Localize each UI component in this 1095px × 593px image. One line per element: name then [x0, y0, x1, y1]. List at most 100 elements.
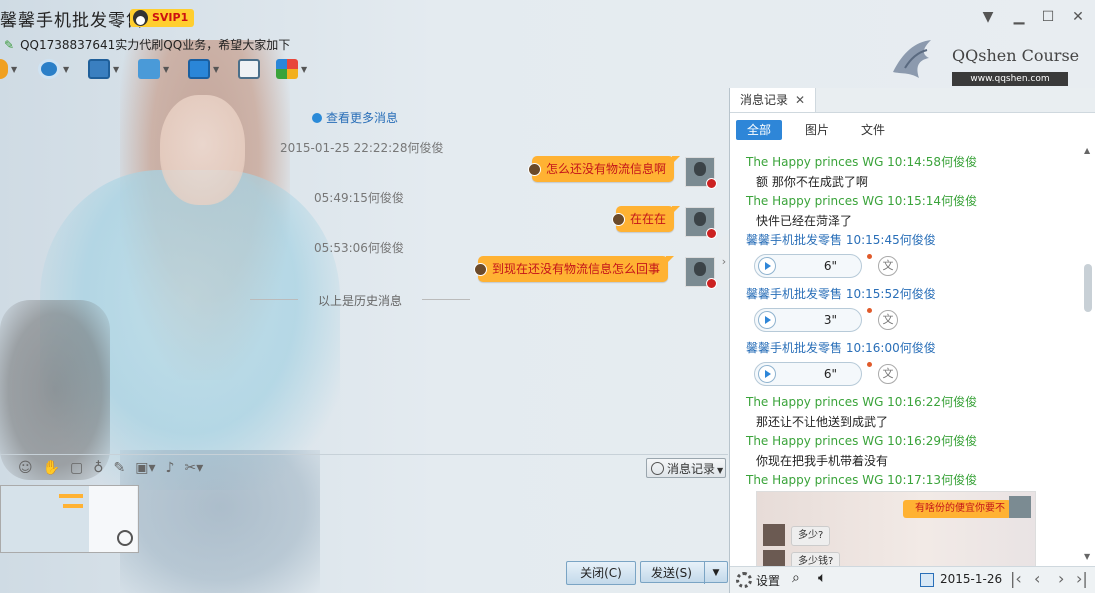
toolbar-item-voice[interactable]: ▼ [0, 56, 17, 82]
play-icon[interactable] [758, 257, 776, 275]
close-window-button[interactable]: ✕ [1068, 8, 1088, 26]
screenshot-thumbnail[interactable] [0, 485, 139, 553]
gesture-icon[interactable]: ✋ [43, 460, 60, 476]
avatar[interactable] [685, 257, 717, 289]
message-bubble[interactable]: 在在在 [612, 206, 681, 232]
penguin-icon [133, 10, 148, 26]
play-icon[interactable] [758, 311, 776, 329]
voice-message[interactable]: 6" [754, 254, 862, 278]
toolbar-item-screen[interactable]: ▼ [188, 56, 219, 82]
view-more-link[interactable]: 查看更多消息 [312, 109, 398, 126]
thumbnail-bubble [63, 504, 83, 508]
toolbar-item-file[interactable]: ▼ [138, 56, 169, 82]
voice-call-icon [0, 59, 8, 79]
record-image[interactable]: 有啥份的便宜你要不 多少? 多少钱? [756, 491, 1036, 568]
speaker-icon[interactable]: 🔈︎ [818, 570, 826, 586]
avatar[interactable] [685, 157, 717, 189]
toolbar-item-add[interactable] [238, 56, 260, 82]
signature: ✎ QQ1738837641实力代刷QQ业务，希望大家加下 [4, 36, 290, 53]
record-list[interactable]: The Happy princes WG 10:14:58何俊俊 额 那你不在成… [730, 148, 1082, 568]
message-history-button[interactable]: 消息记录 ▼ [646, 458, 726, 478]
first-page-icon[interactable]: |‹ [1010, 569, 1022, 588]
view-more-label: 查看更多消息 [326, 111, 399, 125]
close-button[interactable]: 关闭(C) [566, 561, 636, 585]
app-grid-icon [276, 59, 298, 79]
emoji-icon[interactable]: ☺ [18, 460, 33, 476]
search-icon[interactable]: ⌕ [792, 570, 800, 586]
logo-title: QQshen Course [952, 46, 1080, 65]
toolbar-item-remote[interactable]: ▼ [88, 56, 119, 82]
filter-all[interactable]: 全部 [736, 120, 782, 140]
signature-icon: ✎ [4, 38, 15, 52]
scroll-up-icon[interactable]: ▲ [1084, 146, 1090, 155]
record-text: 那还让不让他送到成武了 [756, 415, 889, 429]
music-icon[interactable]: ♪ [166, 460, 175, 476]
image-icon[interactable]: ▣▾ [135, 460, 155, 476]
voice-message[interactable]: 3" [754, 308, 862, 332]
input-divider [0, 454, 728, 455]
play-icon[interactable] [758, 365, 776, 383]
record-footer: 设置 ⌕ 🔈︎ 2015-1-26 |‹ ‹ › ›| [730, 566, 1095, 593]
minimize-button[interactable]: ▁ [1009, 8, 1029, 26]
close-icon[interactable]: ✕ [795, 88, 805, 112]
scroll-down-icon[interactable]: ▼ [1084, 552, 1090, 561]
microphone-icon[interactable]: ♁ [93, 460, 103, 476]
bubble-tail [672, 206, 681, 214]
background-art [0, 300, 110, 480]
last-page-icon[interactable]: ›| [1076, 569, 1088, 588]
record-header: The Happy princes WG 10:16:22何俊俊 [746, 395, 978, 409]
sender-mini-avatar [474, 263, 487, 276]
record-header: The Happy princes WG 10:15:14何俊俊 [746, 194, 978, 208]
send-options-icon[interactable]: ▼ [704, 562, 727, 584]
maximize-button[interactable]: ☐ [1038, 8, 1058, 26]
message-record-panel: 消息记录 ✕ 全部 图片 文件 The Happy princes WG 10:1… [729, 88, 1095, 593]
filter-images[interactable]: 图片 [794, 120, 840, 140]
chevron-down-icon: ▼ [11, 64, 18, 74]
send-button[interactable]: 发送(S) ▼ [640, 561, 728, 584]
scrollbar-thumb[interactable] [1084, 264, 1092, 312]
translate-icon[interactable]: 文 [878, 310, 898, 330]
dropdown-icon[interactable]: ▼ [978, 8, 998, 26]
chevron-down-icon: ▼ [63, 64, 70, 74]
gear-icon[interactable] [736, 572, 752, 588]
toolbar-item-video[interactable]: ▼ [38, 56, 69, 82]
zoom-icon [117, 530, 133, 546]
image-bubble: 有啥份的便宜你要不 [903, 500, 1011, 518]
avatar-head [694, 212, 706, 226]
current-date: 2015-1-26 [940, 572, 1003, 586]
record-header: 馨馨手机批发零售 10:15:52何俊俊 [746, 287, 936, 301]
collapse-panel-button[interactable]: › [719, 234, 729, 290]
screen-share-icon [188, 59, 210, 79]
record-text: 额 那你不在成武了啊 [756, 175, 868, 189]
scissors-icon[interactable]: ✂▾ [184, 460, 203, 476]
filter-files[interactable]: 文件 [850, 120, 896, 140]
prev-page-icon[interactable]: ‹ [1034, 569, 1040, 588]
record-scrollbar[interactable] [1082, 146, 1095, 566]
message-bubble[interactable]: 到现在还没有物流信息怎么回事 [474, 256, 675, 282]
next-page-icon[interactable]: › [1058, 569, 1064, 588]
chevron-down-icon: ▼ [301, 64, 308, 74]
vip-label: SVIP1 [152, 11, 189, 24]
voice-duration: 3" [823, 313, 837, 327]
voice-message[interactable]: 6" [754, 362, 862, 386]
avatar[interactable] [685, 207, 717, 239]
message-timestamp: 2015-01-25 22:22:28何俊俊 [280, 141, 444, 155]
voice-duration: 6" [823, 367, 837, 381]
settings-label[interactable]: 设置 [756, 572, 780, 589]
toolbar-item-apps[interactable]: ▼ [276, 56, 307, 82]
bubble-tail [672, 156, 681, 164]
edit-icon[interactable]: ✎ [114, 460, 126, 476]
folder-send-icon [138, 59, 160, 79]
unread-dot [867, 362, 872, 367]
message-bubble[interactable]: 怎么还没有物流信息啊 [528, 156, 681, 182]
record-text: 你现在把我手机带着没有 [756, 454, 889, 468]
tab-message-record[interactable]: 消息记录 ✕ [730, 88, 816, 112]
video-clip-icon[interactable]: ▢ [70, 460, 83, 476]
translate-icon[interactable]: 文 [878, 256, 898, 276]
message-add-icon [238, 59, 260, 79]
vip-badge: SVIP1 [130, 9, 195, 27]
message-text: 怎么还没有物流信息啊 [546, 162, 667, 176]
calendar-icon[interactable] [920, 573, 934, 587]
record-tabbar: 消息记录 ✕ [730, 88, 1095, 113]
translate-icon[interactable]: 文 [878, 364, 898, 384]
